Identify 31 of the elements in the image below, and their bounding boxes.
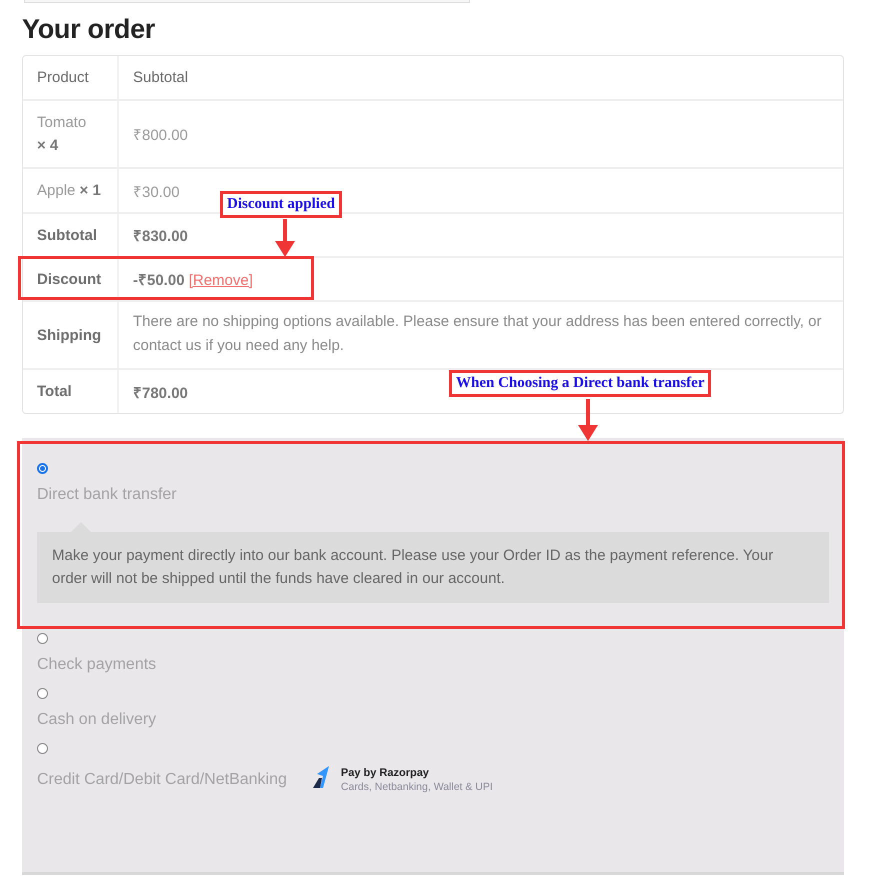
payment-method-label[interactable]: Check payments	[37, 656, 156, 674]
radio-button[interactable]	[37, 688, 48, 699]
amount-text: ₹830.00	[133, 228, 188, 245]
radio-button[interactable]	[37, 463, 48, 474]
product-cell: Apple × 1	[23, 168, 118, 213]
order-heading: Your order	[22, 13, 156, 46]
row-label: Subtotal	[23, 213, 118, 257]
price-text: ₹800.00	[133, 127, 188, 144]
product-cell: Tomato × 4	[23, 100, 118, 168]
callout-label: Discount applied	[220, 191, 342, 218]
arrow-icon	[275, 219, 295, 257]
radio-button[interactable]	[37, 743, 48, 754]
discount-amount: -₹50.00	[133, 272, 185, 289]
column-header: Product	[23, 56, 118, 100]
payment-method-label[interactable]: Cash on delivery	[37, 711, 156, 729]
payment-method-label[interactable]: Credit Card/Debit Card/NetBanking	[37, 771, 287, 789]
payment-method-label[interactable]: Direct bank transfer	[37, 486, 177, 504]
logo-icon	[310, 766, 329, 788]
amount-text: ₹780.00	[133, 384, 188, 402]
row-label: Total	[23, 369, 118, 413]
column-header: Subtotal	[118, 56, 843, 100]
remove-link[interactable]: [Remove]	[188, 272, 253, 289]
arrow-icon	[578, 399, 598, 441]
row-label: Shipping	[23, 301, 118, 369]
badge-title: Pay by Razorpay	[340, 766, 430, 780]
price-text: ₹30.00	[133, 184, 180, 200]
row-label: Discount	[23, 257, 118, 301]
payment-description: Make your payment directly into our bank account. Please use your Order ID as the payment reference. Your order will not be shipped until the funds have cleared in our account.	[37, 532, 829, 603]
callout-label: When Choosing a Direct bank transfer	[449, 370, 712, 397]
badge-subtitle: Cards, Netbanking, Wallet & UPI	[340, 780, 493, 794]
radio-button[interactable]	[37, 633, 48, 644]
